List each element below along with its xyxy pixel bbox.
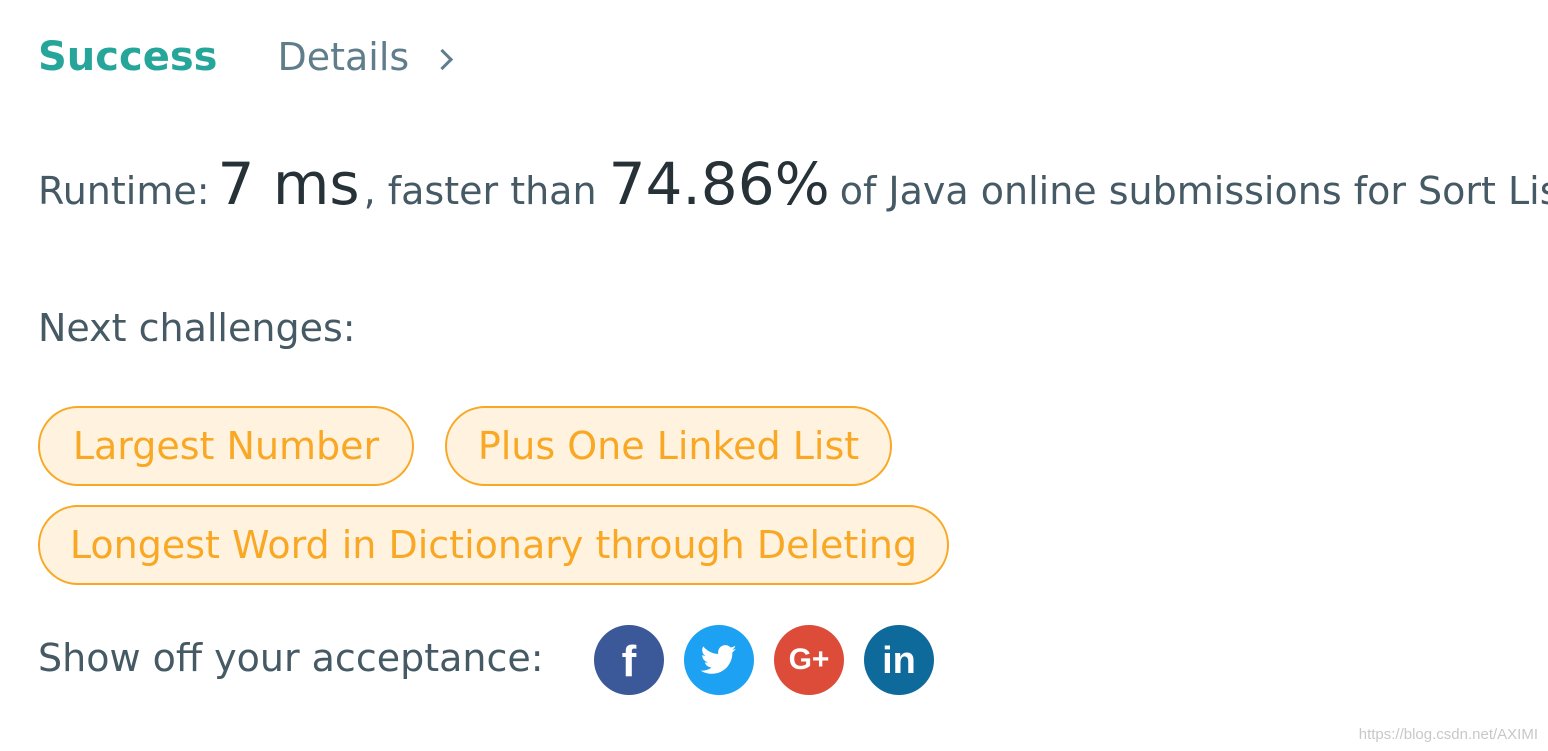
runtime-middle: , faster than <box>363 169 597 213</box>
details-label: Details <box>277 35 410 79</box>
next-challenges-label: Next challenges: <box>38 306 356 350</box>
challenge-chip-largest-number[interactable]: Largest Number <box>38 406 414 486</box>
challenge-chip-longest-word[interactable]: Longest Word in Dictionary through Delet… <box>38 505 949 585</box>
runtime-suffix: of Java online submissions for Sort List… <box>839 169 1548 213</box>
google-plus-icon: G+ <box>788 643 830 676</box>
runtime-percentile: 74.86% <box>608 150 830 218</box>
status-success: Success <box>38 34 218 80</box>
google-plus-share-button[interactable]: G+ <box>774 625 844 695</box>
facebook-share-button[interactable]: f <box>594 625 664 695</box>
challenge-chip-plus-one-linked-list[interactable]: Plus One Linked List <box>445 406 892 486</box>
runtime-value: 7 ms <box>217 150 360 218</box>
twitter-icon <box>701 645 737 674</box>
runtime-prefix: Runtime: <box>38 169 210 213</box>
chevron-right-icon <box>432 48 454 70</box>
share-label: Show off your acceptance: <box>38 636 544 680</box>
linkedin-share-button[interactable]: in <box>864 625 934 695</box>
submission-result-page: Success Details Runtime: 7 ms , faster t… <box>0 0 1548 751</box>
result-header: Success Details <box>38 34 454 80</box>
runtime-summary: Runtime: 7 ms , faster than 74.86% of Ja… <box>38 150 1548 218</box>
facebook-icon: f <box>621 637 637 686</box>
linkedin-icon: in <box>882 640 916 682</box>
watermark: https://blog.csdn.net/AXIMI <box>1358 726 1538 743</box>
twitter-share-button[interactable] <box>684 625 754 695</box>
details-link[interactable]: Details <box>277 35 454 79</box>
